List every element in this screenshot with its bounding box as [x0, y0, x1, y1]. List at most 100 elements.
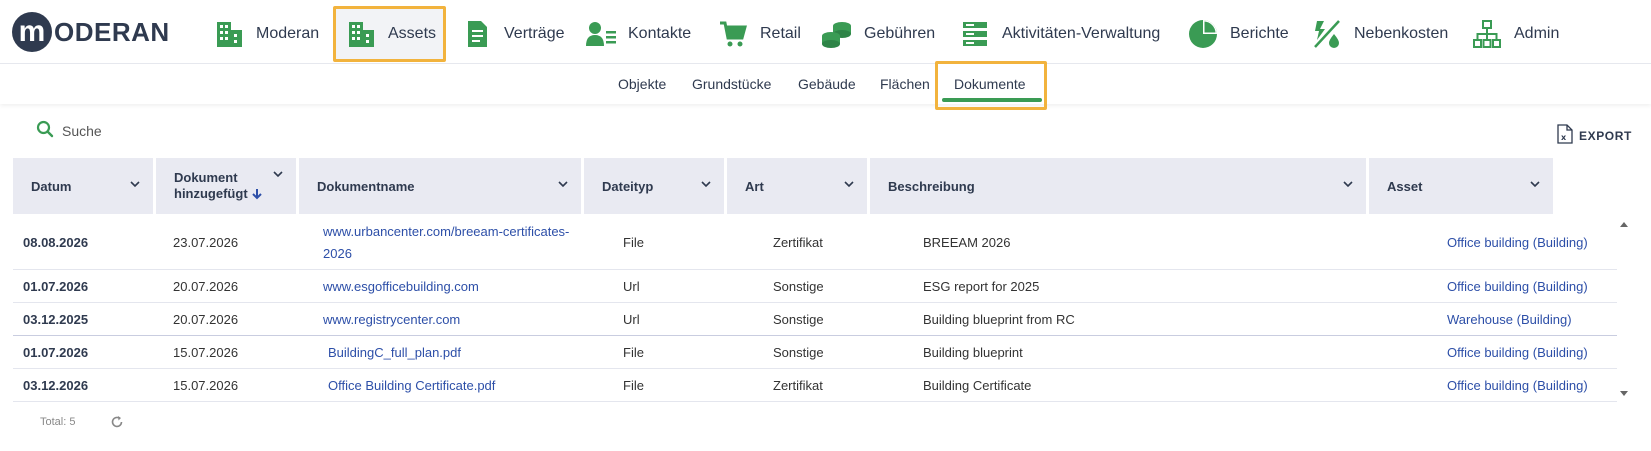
column-label: Asset [1387, 178, 1423, 194]
subnav-item-grundstuecke[interactable]: Grundstücke [692, 64, 771, 104]
refresh-icon[interactable] [110, 415, 124, 429]
column-label: Datum [31, 178, 72, 194]
nav-label: Berichte [1230, 25, 1289, 42]
cell-asset-link[interactable]: Warehouse (Building) [1447, 303, 1572, 335]
cell-asset-link[interactable]: Office building (Building) [1447, 216, 1588, 269]
nav-item-vertraege[interactable]: Verträge [460, 6, 564, 62]
cell-art: Sonstige [773, 278, 824, 294]
logo-text: ODERAN [54, 16, 170, 47]
document-link[interactable]: www.esgofficebuilding.com [323, 270, 479, 302]
document-link-continued[interactable]: 2026 [323, 243, 352, 265]
subnav-item-objekte[interactable]: Objekte [618, 64, 666, 104]
building-icon [212, 17, 246, 51]
table-row[interactable]: 03.12.2026 15.07.2026 Office Building Ce… [13, 369, 1617, 402]
column-header-dokumentname[interactable]: Dokumentname [299, 158, 581, 214]
column-label: Dokumentname [317, 178, 415, 194]
chevron-down-icon[interactable] [1529, 178, 1541, 190]
scroll-up-arrow-icon[interactable] [1618, 220, 1630, 228]
cell-dateityp: File [623, 344, 644, 360]
table-row[interactable]: 08.08.2026 23.07.2026 www.urbancenter.co… [13, 216, 1617, 270]
export-button[interactable]: x EXPORT [1557, 124, 1632, 147]
chevron-down-icon[interactable] [272, 168, 284, 180]
chevron-down-icon[interactable] [129, 178, 141, 190]
cell-dateityp: File [623, 235, 644, 250]
nav-label: Moderan [256, 25, 320, 42]
nav-label: Nebenkosten [1354, 25, 1449, 42]
table-row[interactable]: 03.12.2025 20.07.2026 www.registrycenter… [13, 303, 1617, 336]
column-label-wrap: Dokument hinzugefügt [174, 170, 264, 202]
column-header-datum[interactable]: Datum [13, 158, 153, 214]
subnav-item-flaechen[interactable]: Flächen [880, 64, 930, 104]
column-header-art[interactable]: Art [727, 158, 867, 214]
utilities-icon [1310, 17, 1344, 51]
active-subnav-highlight [935, 61, 1047, 110]
table-row[interactable]: 01.07.2026 15.07.2026 BuildingC_full_pla… [13, 336, 1617, 369]
column-header-dateityp[interactable]: Dateityp [584, 158, 724, 214]
building-icon [344, 17, 378, 51]
document-link[interactable]: Office Building Certificate.pdf [328, 369, 495, 401]
scroll-down-arrow-icon[interactable] [1618, 390, 1630, 398]
table-header: Datum Dokument hinzugefügt Dokumentname … [13, 158, 1633, 214]
coins-icon [820, 17, 854, 51]
nav-item-assets[interactable]: Assets [333, 6, 446, 62]
nav-item-gebuehren[interactable]: Gebühren [820, 6, 935, 62]
cell-beschreibung: Building blueprint from RC [923, 311, 1075, 327]
chevron-down-icon[interactable] [700, 178, 712, 190]
nav-item-retail[interactable]: Retail [716, 6, 801, 62]
sub-navigation-bar: Objekte Grundstücke Gebäude Flächen Doku… [0, 64, 1651, 104]
cell-beschreibung: Building Certificate [923, 377, 1032, 393]
chevron-down-icon[interactable] [843, 178, 855, 190]
logo-badge: m [12, 12, 52, 52]
chevron-down-icon[interactable] [1342, 178, 1354, 190]
org-chart-icon [1470, 17, 1504, 51]
search-button[interactable]: Suche [36, 120, 102, 141]
nav-item-moderan[interactable]: Moderan [212, 6, 319, 62]
cell-hinzugefuegt: 20.07.2026 [173, 311, 239, 327]
nav-label: Assets [388, 25, 437, 42]
cell-asset-link[interactable]: Office building (Building) [1447, 336, 1588, 368]
export-label: EXPORT [1579, 128, 1632, 143]
cell-dateityp: File [623, 377, 644, 393]
nav-item-kontakte[interactable]: Kontakte [584, 6, 691, 62]
cell-asset-link[interactable]: Office building (Building) [1447, 369, 1588, 401]
pie-chart-icon [1186, 17, 1220, 51]
cell-datum: 03.12.2025 [23, 311, 89, 327]
server-list-icon [958, 17, 992, 51]
cell-beschreibung: BREEAM 2026 [923, 235, 1011, 250]
table-row[interactable]: 01.07.2026 20.07.2026 www.esgofficebuild… [13, 270, 1617, 303]
cell-beschreibung: ESG report for 2025 [923, 278, 1040, 294]
nav-item-nebenkosten[interactable]: Nebenkosten [1310, 6, 1448, 62]
document-link[interactable]: BuildingC_full_plan.pdf [328, 336, 461, 368]
search-label: Suche [62, 122, 102, 139]
total-count: Total: 5 [40, 416, 76, 428]
column-header-dokument-hinzugefuegt[interactable]: Dokument hinzugefügt [156, 158, 296, 214]
moderan-logo[interactable]: m ODERAN [12, 10, 170, 54]
contact-card-icon [584, 17, 618, 51]
cell-beschreibung: Building blueprint [923, 344, 1023, 360]
nav-label: Kontakte [628, 25, 692, 42]
cell-asset-link[interactable]: Office building (Building) [1447, 270, 1588, 302]
column-label: Dateityp [602, 178, 654, 194]
chevron-down-icon[interactable] [557, 178, 569, 190]
nav-item-admin[interactable]: Admin [1470, 6, 1559, 62]
cell-dokumentname[interactable]: www.urbancenter.com/breeam-certificates-… [323, 216, 569, 269]
document-link[interactable]: www.urbancenter.com/breeam-certificates- [323, 221, 569, 243]
nav-item-berichte[interactable]: Berichte [1186, 6, 1289, 62]
excel-file-icon: x [1557, 124, 1573, 147]
cell-dateityp: Url [623, 278, 640, 294]
cell-art: Sonstige [773, 344, 824, 360]
nav-label: Admin [1514, 25, 1560, 42]
document-link[interactable]: www.registrycenter.com [323, 303, 460, 335]
cell-dateityp: Url [623, 311, 640, 327]
column-header-beschreibung[interactable]: Beschreibung [870, 158, 1366, 214]
column-label: Beschreibung [888, 178, 975, 194]
nav-label: Retail [760, 25, 801, 42]
column-header-asset[interactable]: Asset [1369, 158, 1553, 214]
cell-hinzugefuegt: 20.07.2026 [173, 278, 239, 294]
cell-art: Zertifikat [773, 377, 823, 393]
nav-item-aktivitaeten-verwaltung[interactable]: Aktivitäten-Verwaltung [958, 6, 1160, 62]
cell-art: Zertifikat [773, 235, 823, 250]
cell-datum: 01.07.2026 [23, 278, 89, 294]
cell-hinzugefuegt: 15.07.2026 [173, 344, 239, 360]
subnav-item-gebaeude[interactable]: Gebäude [798, 64, 856, 104]
